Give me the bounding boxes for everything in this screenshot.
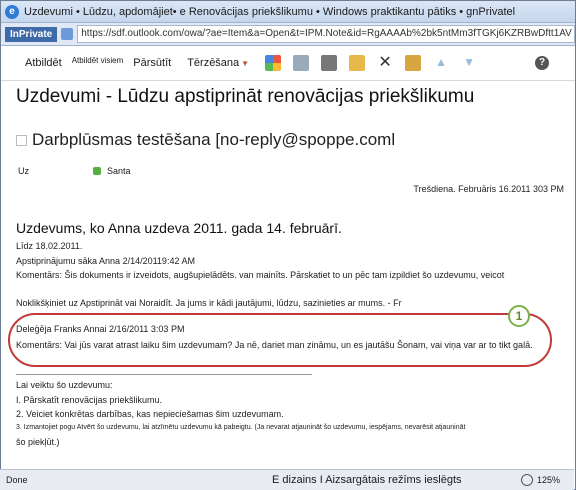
zoom-control[interactable]: 125% [520,474,560,486]
due-date: Līdz 18.02.2011. [16,241,83,251]
presence-icon [93,167,101,175]
chevron-down-icon: ▼ [241,58,250,68]
step-3-continued: šo piekļūt.) [16,437,60,447]
previous-icon[interactable]: ▲ [433,55,449,71]
inprivate-badge: InPrivate [5,26,58,42]
reply-label: Atbildēt [25,57,62,69]
callout-badge: 1 [508,305,530,327]
message-toolbar: Atbildēt Atbildēt visiem Pārsūtīt Tērzēš… [1,46,575,81]
status-bar: Done E dizains I Aizsargātais režīms ies… [0,469,574,490]
chat-button[interactable]: Tērzēšana ▼ [187,57,249,69]
comment-1: Komentārs: Šis dokuments ir izveidots, a… [16,270,505,280]
comment-2: Komentārs: Vai jūs varat atrast laiku ši… [16,340,533,350]
categories-icon[interactable] [265,55,282,71]
url-field[interactable]: https://sdf.outlook.com/owa/?ae=Item&a=O… [77,25,575,43]
status-done: Done [6,475,28,485]
next-icon[interactable]: ▼ [461,55,477,71]
title-bar: e Uzdevumi • Lūdzu, apdomājiet• e Renovā… [1,1,575,23]
flag-icon[interactable] [16,134,27,146]
security-zone: E dizains I Aizsargātais režīms ieslēgts [272,474,462,486]
step-3: 3. Izmantojiet pogu Atvērt šo uzdevumu, … [16,424,466,431]
sender-name[interactable]: Darbplūsmas testēšana [no-reply@spoppe.c… [32,130,395,150]
help-icon[interactable]: ? [535,56,549,70]
folder-icon[interactable] [349,55,366,71]
task-title: Uzdevums, ko Anna uzdeva 2011. gada 14. … [16,220,342,236]
delete-icon[interactable]: ✕ [377,55,393,71]
zoom-level: 125% [536,475,560,485]
sent-date: Trešdiena. Februāris 16.2011 303 PM [413,184,564,194]
reply-all-label: Atbildēt visiem [71,55,124,65]
forward-label: Pārsūtīt [133,57,172,69]
delegated-line: Deleģēja Franks Annai 2/16/2011 3:03 PM [16,324,185,334]
step-1: I. Pārskatīt renovācijas priekšlikumu. [16,395,163,405]
reply-all-button[interactable]: Atbildēt visiem [72,56,124,65]
ie-icon: e [5,4,19,19]
assign-icon[interactable] [405,55,422,71]
message-subject: Uzdevumi - Lūdzu apstiprināt renovācijas… [16,86,475,107]
zoom-icon [520,474,533,486]
move-icon[interactable] [293,55,310,71]
sender-row: Darbplūsmas testēšana [no-reply@spoppe.c… [16,130,395,150]
instruction-text: Noklikšķiniet uz Apstiprināt vai Noraidī… [16,298,402,308]
to-label: Uz [18,166,29,176]
window-title: Uzdevumi • Lūdzu, apdomājiet• e Renovāci… [24,5,516,18]
reply-button[interactable]: Atbildēt [25,57,62,69]
divider [16,374,312,375]
print-icon[interactable] [321,55,338,71]
steps-title: Lai veiktu šo uzdevumu: [16,380,113,390]
chat-label: Tērzēšana [187,57,240,69]
address-bar: InPrivate https://sdf.outlook.com/owa/?a… [1,23,575,46]
to-recipient[interactable]: Santa [107,166,131,176]
forward-button[interactable]: Pārsūtīt [133,57,171,69]
page-icon [61,28,74,40]
step-2: 2. Veiciet konkrētas darbības, kas nepie… [16,409,284,419]
approval-started: Apstiprinājumu sāka Anna 2/14/20119:42 A… [16,256,195,266]
to-row: Uz Santa [18,166,131,176]
